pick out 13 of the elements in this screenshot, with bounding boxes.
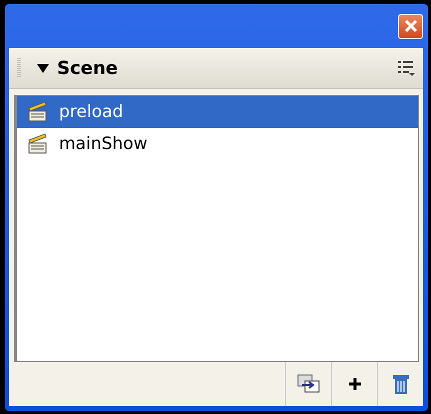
close-button[interactable] xyxy=(398,14,423,38)
scene-item[interactable]: mainShow xyxy=(17,128,418,160)
trash-icon xyxy=(390,373,410,395)
plus-icon xyxy=(346,376,362,392)
scene-item[interactable]: preload xyxy=(17,96,418,128)
windows-arrow-icon xyxy=(296,374,320,394)
options-menu-icon[interactable] xyxy=(397,59,415,77)
triangle-icon[interactable] xyxy=(37,62,49,74)
grip-icon[interactable] xyxy=(17,57,21,79)
close-icon xyxy=(402,18,418,34)
panel-title: Scene xyxy=(57,58,119,78)
clapperboard-icon xyxy=(27,133,49,155)
clapperboard-icon xyxy=(27,101,49,123)
